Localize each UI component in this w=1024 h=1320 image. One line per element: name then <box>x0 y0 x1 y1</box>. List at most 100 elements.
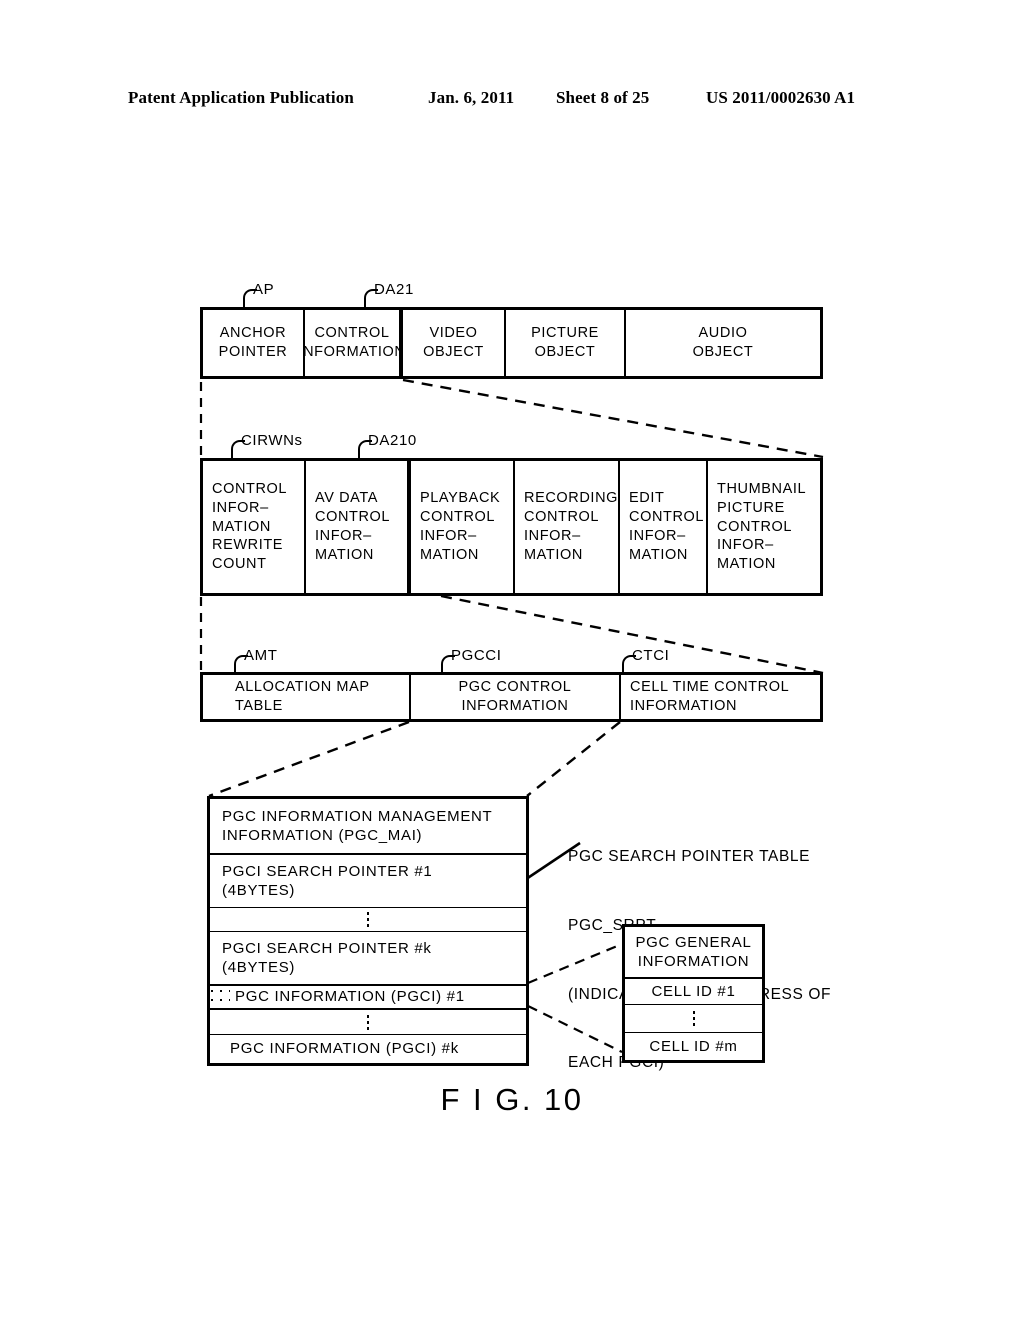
row3-strip: ALLOCATION MAP TABLE PGC CONTROL INFORMA… <box>200 672 823 722</box>
row2-cell-playback-control-information-line1: PLAYBACK <box>420 490 501 507</box>
row2-cell-recording-control-information-line3: INFOR– <box>524 528 581 544</box>
pgc-table-row-pgci-k: PGC INFORMATION (PGCI) #k <box>210 1035 526 1063</box>
pgc-table-row-search-pointer-1-line1: PGCI SEARCH POINTER #1 <box>222 862 433 880</box>
row1-cell-control-information-line1: CONTROL <box>314 325 390 342</box>
row2-strip: CONTROL INFOR– MATION REWRITE COUNT AV D… <box>200 458 823 596</box>
row1-cell-picture-object-line1: PICTURE <box>531 325 599 342</box>
pgc-table-row-pgci-k-line1: PGC INFORMATION (PGCI) #k <box>230 1040 459 1058</box>
row2-cell-thumbnail-picture-control-information: THUMBNAIL PICTURE CONTROL INFOR– MATION <box>708 461 820 593</box>
row3-cell-allocation-map-table-line1: ALLOCATION MAP <box>235 679 370 696</box>
vertical-ellipsis-icon <box>692 1011 695 1026</box>
row2-cell-edit-control-information-line3: INFOR– <box>629 528 686 544</box>
pgc-table-row-pgc-mai-line2: INFORMATION (PGC_MAI) <box>222 827 423 844</box>
cell-table-row-pgc-general-information: PGC GENERAL INFORMATION <box>625 927 762 979</box>
vertical-ellipsis-icon <box>367 1014 369 1030</box>
row3-cell-cell-time-control-information-line2: INFORMATION <box>630 698 738 714</box>
row1-cell-audio-object: AUDIO OBJECT <box>626 310 820 376</box>
pgc-table-row-ellipsis-pointers <box>210 908 526 932</box>
vertical-ellipsis-icon <box>367 912 369 927</box>
row1-cell-picture-object-line2: OBJECT <box>534 344 596 360</box>
row2-cell-recording-control-information-line4: MATION <box>524 546 583 563</box>
row2-cell-playback-control-information: PLAYBACK CONTROL INFOR– MATION <box>411 461 515 593</box>
row3-cell-cell-time-control-information-line1: CELL TIME CONTROL <box>630 679 790 696</box>
row1-cell-control-information-line2: INFORMATION <box>305 344 403 360</box>
row2-cell-thumbnail-picture-control-information-line1: THUMBNAIL <box>717 480 807 497</box>
figure-caption: F I G. 10 <box>440 1082 584 1117</box>
row2-cell-recording-control-information-line2: CONTROL <box>524 509 600 526</box>
row2-cell-control-info-rewrite-count-line4: REWRITE <box>212 537 284 554</box>
row1-cell-video-object: VIDEO OBJECT <box>403 310 506 376</box>
row2-cell-edit-control-information: EDIT CONTROL INFOR– MATION <box>620 461 708 593</box>
row2-cell-av-data-control-information-line3: INFOR– <box>315 528 372 544</box>
row2-cell-thumbnail-picture-control-information-line2: PICTURE <box>717 499 785 516</box>
row2-cell-av-data-control-information: AV DATA CONTROL INFOR– MATION <box>306 461 411 593</box>
row3-cell-cell-time-control-information: CELL TIME CONTROL INFORMATION <box>621 675 820 719</box>
expand-line-row3-pgc-left <box>208 720 410 798</box>
cell-table-row-cell-id-m-line1: CELL ID #m <box>649 1037 738 1055</box>
row3-cell-pgc-control-information-line2: INFORMATION <box>461 698 569 714</box>
row2-cell-av-data-control-information-line2: CONTROL <box>315 509 391 526</box>
cell-table-row-pgc-general-information-line1: PGC GENERAL <box>635 933 752 951</box>
row1-cell-picture-object: PICTURE OBJECT <box>506 310 626 376</box>
row1-cell-audio-object-line2: OBJECT <box>692 344 754 360</box>
pointer-label-ctci: CTCI <box>632 647 670 664</box>
row2-cell-edit-control-information-line4: MATION <box>629 546 688 563</box>
pointer-label-amt: AMT <box>244 647 278 664</box>
pgc-table-row-pgci-1-line1: PGC INFORMATION (PGCI) #1 <box>230 987 526 1007</box>
row2-cell-av-data-control-information-line4: MATION <box>315 546 374 563</box>
row1-cell-anchor-pointer-line2: POINTER <box>218 344 288 360</box>
row2-cell-thumbnail-picture-control-information-line4: INFOR– <box>717 537 774 554</box>
pgc-table-row-pgc-mai-line1: PGC INFORMATION MANAGEMENT <box>222 807 493 825</box>
pgc-srpt-annotation-line1: PGC SEARCH POINTER TABLE <box>568 847 811 865</box>
pgc-cell-id-table: PGC GENERAL INFORMATION CELL ID #1 CELL … <box>622 924 765 1063</box>
row2-cell-control-info-rewrite-count-line5: COUNT <box>212 556 267 573</box>
row1-strip: ANCHOR POINTER CONTROL INFORMATION VIDEO… <box>200 307 823 379</box>
row1-cell-anchor-pointer: ANCHOR POINTER <box>203 310 305 376</box>
pointer-label-pgcci: PGCCI <box>451 647 502 664</box>
cell-table-row-cell-id-1: CELL ID #1 <box>625 979 762 1005</box>
row2-cell-playback-control-information-line4: MATION <box>420 546 479 563</box>
row2-cell-playback-control-information-line2: CONTROL <box>420 509 496 526</box>
expand-line-row3-pgc-right <box>526 721 621 797</box>
pgc-table-row-search-pointer-k-line2: (4BYTES) <box>222 959 296 976</box>
row2-cell-thumbnail-picture-control-information-line5: MATION <box>717 556 776 573</box>
cell-table-row-cell-id-m: CELL ID #m <box>625 1033 762 1060</box>
pointer-label-da210: DA210 <box>368 432 417 449</box>
row2-cell-recording-control-information: RECORDING CONTROL INFOR– MATION <box>515 461 620 593</box>
pgc-information-table: PGC INFORMATION MANAGEMENT INFORMATION (… <box>207 796 529 1066</box>
pointer-label-ap: AP <box>253 281 275 298</box>
pointer-label-cirwns: CIRWNs <box>241 432 303 449</box>
row2-cell-av-data-control-information-line1: AV DATA <box>315 490 379 507</box>
row3-cell-allocation-map-table-line2: TABLE <box>235 698 283 714</box>
cell-table-row-cell-id-1-line1: CELL ID #1 <box>651 982 736 1000</box>
pgc-table-row-search-pointer-1-line2: (4BYTES) <box>222 882 296 899</box>
row2-cell-control-info-rewrite-count-line3: MATION <box>212 518 271 535</box>
row3-cell-pgc-control-information: PGC CONTROL INFORMATION <box>411 675 621 719</box>
row2-cell-thumbnail-picture-control-information-line3: CONTROL <box>717 518 793 535</box>
row2-cell-control-info-rewrite-count-line1: CONTROL <box>212 480 288 497</box>
row1-cell-video-object-line2: OBJECT <box>423 344 484 360</box>
cell-table-row-ellipsis <box>625 1005 762 1033</box>
row1-cell-control-information: CONTROL INFORMATION <box>305 310 403 376</box>
row1-cell-video-object-line1: VIDEO <box>429 325 478 342</box>
row2-cell-edit-control-information-line1: EDIT <box>629 490 665 507</box>
pgc-table-row-search-pointer-1: PGCI SEARCH POINTER #1 (4BYTES) <box>210 855 526 908</box>
figure-10-diagram: AP DA21 ANCHOR POINTER CONTROL INFORMATI… <box>0 0 1024 1320</box>
pgc-table-row-pgc-mai: PGC INFORMATION MANAGEMENT INFORMATION (… <box>210 799 526 855</box>
row2-cell-playback-control-information-line3: INFOR– <box>420 528 477 544</box>
row3-cell-allocation-map-table: ALLOCATION MAP TABLE <box>203 675 411 719</box>
row2-cell-recording-control-information-line1: RECORDING <box>524 490 619 507</box>
row2-cell-edit-control-information-line2: CONTROL <box>629 509 705 526</box>
row3-cell-pgc-control-information-line1: PGC CONTROL <box>458 679 572 696</box>
row2-cell-control-info-rewrite-count: CONTROL INFOR– MATION REWRITE COUNT <box>203 461 306 593</box>
connector-lines <box>199 378 824 1053</box>
pgc-table-row-pgci-1: PGC INFORMATION (PGCI) #1 <box>210 986 526 1010</box>
pointer-label-da21: DA21 <box>374 281 414 298</box>
row2-cell-control-info-rewrite-count-line2: INFOR– <box>212 499 269 516</box>
pgc-table-row-search-pointer-k: PGCI SEARCH POINTER #k (4BYTES) <box>210 932 526 986</box>
pgc-table-row-ellipsis-pgci <box>210 1010 526 1035</box>
row1-cell-anchor-pointer-line1: ANCHOR <box>219 325 287 342</box>
cell-table-row-pgc-general-information-line2: INFORMATION <box>637 953 750 970</box>
pgc-table-row-search-pointer-k-line1: PGCI SEARCH POINTER #k <box>222 939 432 957</box>
row1-cell-audio-object-line1: AUDIO <box>698 325 748 342</box>
